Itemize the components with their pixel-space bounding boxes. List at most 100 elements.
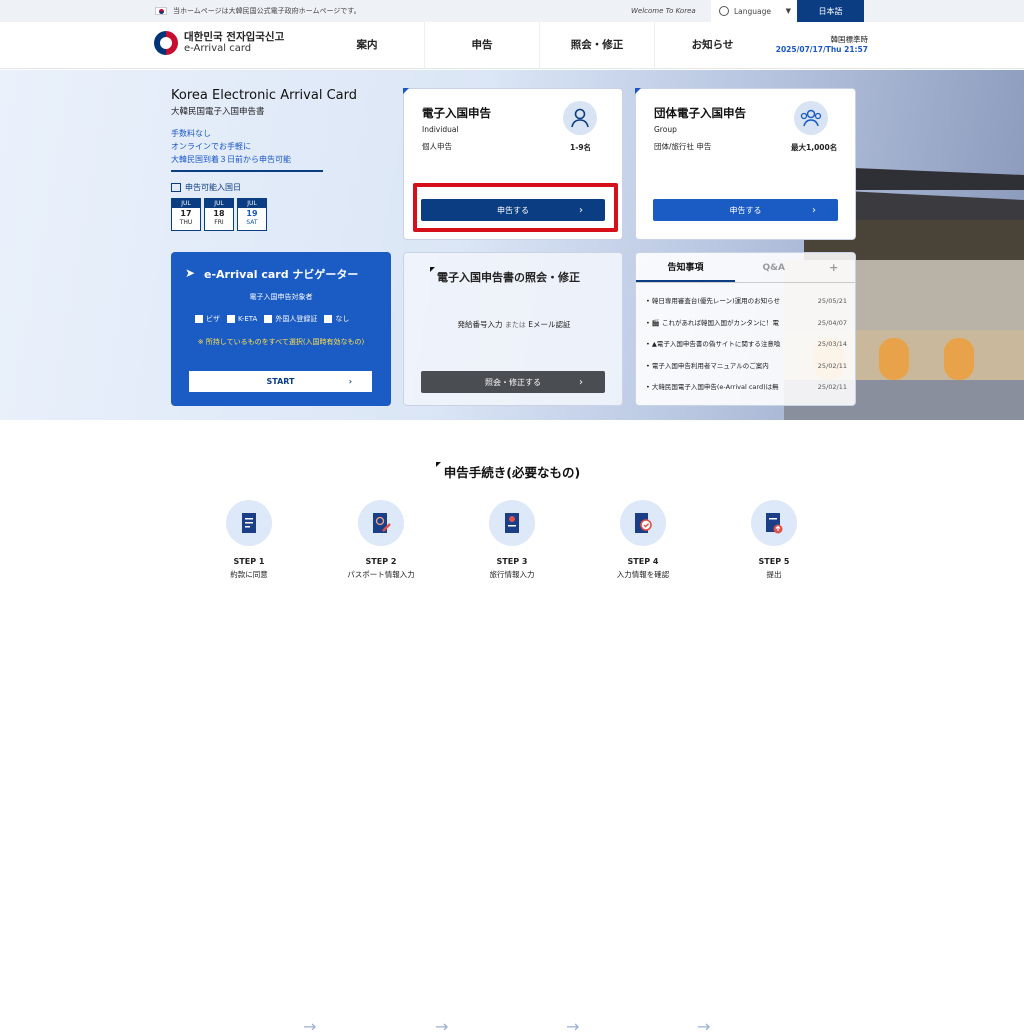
language-label: Language (734, 6, 772, 16)
news-date: 25/02/11 (817, 383, 847, 391)
step-desc: 提出 (766, 570, 782, 579)
list-item[interactable]: • 🎬 これがあれば韓国入国がカンタンに！電 25/04/07 (646, 313, 847, 335)
official-notice: 当ホームページは大韓民国公式電子政府ホームページです。 (173, 7, 361, 15)
nav-guide[interactable]: 案内 (310, 22, 425, 69)
inquiry-button[interactable]: 照会・修正する › (421, 371, 605, 393)
date-day: 17 (180, 209, 192, 218)
individual-en: Individual (422, 125, 459, 134)
inquiry-method-b: Eメール認証 (528, 320, 571, 329)
news-title: • 大韓民国電子入国申告(e-Arrival card)は無 (646, 383, 779, 391)
inquiry-title: 電子入国申告書の照会・修正 (437, 271, 580, 284)
navigator-panel: ➤ e-Arrival card ナビゲーター 電子入国申告対象者 ビザ K-E… (171, 252, 391, 406)
list-item[interactable]: • 電子入国申告利用者マニュアルのご案内 25/02/11 (646, 356, 847, 378)
checkbox[interactable] (324, 315, 333, 323)
site-logo[interactable]: 대한민국 전자입국신고 e-Arrival card (154, 31, 284, 55)
list-item[interactable]: • ▲電子入国申告書の偽サイトに関する注意喚 25/03/14 (646, 334, 847, 356)
corner-mark (403, 88, 409, 94)
calendar-icon (171, 183, 181, 192)
passport-icon (358, 500, 404, 546)
document-icon (226, 500, 272, 546)
corner-mark (435, 462, 441, 467)
nav-apply[interactable]: 申告 (425, 22, 540, 69)
group-apply-label: 申告する (729, 205, 762, 215)
globe-icon (719, 6, 729, 16)
group-ja: 団体/旅行社 申告 (654, 142, 712, 151)
news-date: 25/02/11 (817, 361, 847, 370)
feature-list: 手数料なし オンラインでお手軽に 大韓民国到着３日前から申告可能 (171, 127, 371, 166)
welcome-text: Welcome To Korea (631, 7, 696, 15)
step-desc: 旅行情報入力 (489, 570, 535, 579)
feature-item: オンラインでお手軽に (171, 142, 251, 151)
language-current-button[interactable]: 日本語 (797, 0, 864, 22)
step-desc: 入力情報を確認 (616, 570, 670, 579)
procedure-title-text: 申告手続き(必要なもの) (443, 465, 581, 480)
caret-down-icon: ▼ (785, 7, 791, 15)
arrow-right-icon: → (566, 1017, 580, 1036)
option-visa[interactable]: ビザ (195, 314, 220, 324)
chevron-right-icon: › (812, 204, 816, 216)
submit-icon (751, 500, 797, 546)
date-chip: JUL 17 THU (171, 198, 201, 231)
dates-label-text: 申告可能入国日 (185, 183, 241, 192)
group-apply-button[interactable]: 申告する › (653, 199, 838, 221)
arrow-right-icon: → (435, 1017, 449, 1036)
checkbox[interactable] (227, 315, 235, 323)
individual-title: 電子入国申告 (422, 106, 491, 120)
top-notice-bar: 当ホームページは大韓民国公式電子政府ホームページです。 Welcome To K… (0, 0, 1024, 22)
main-nav: 案内 申告 照会・修正 お知らせ (310, 22, 770, 69)
option-none[interactable]: なし (324, 314, 349, 324)
date-list: JUL 17 THU JUL 18 FRI JUL 19 SAT (171, 198, 371, 231)
more-button[interactable]: + (812, 253, 855, 282)
group-count: 最大1,000名 (791, 143, 838, 152)
inquiry-button-label: 照会・修正する (485, 377, 541, 387)
individual-count: 1-9名 (570, 143, 592, 152)
date-chip: JUL 19 SAT (237, 198, 267, 231)
checkbox[interactable] (195, 315, 203, 323)
news-date: 25/03/14 (817, 340, 847, 348)
tab-qa[interactable]: Q&A (735, 253, 812, 282)
checkbox[interactable] (264, 315, 273, 323)
chevron-right-icon: › (348, 377, 352, 386)
step-3: STEP 3 旅行情報入力 (457, 500, 567, 580)
date-weekday: FRI (214, 219, 224, 226)
step-number: STEP 4 (627, 557, 659, 566)
nav-inquiry[interactable]: 照会・修正 (540, 22, 655, 69)
group-people-icon (794, 101, 828, 135)
inquiry-method-a: 発給番号入力 (457, 320, 503, 329)
nav-notice[interactable]: お知らせ (655, 22, 770, 69)
group-en: Group (654, 125, 677, 134)
inquiry-method: 発給番号入力 または Eメール認証 (404, 319, 624, 330)
procedure-steps: STEP 1 約款に同意 → STEP 2 パスポート情報入力 → STEP 3… (0, 500, 1024, 1036)
date-day: 19 (246, 209, 258, 218)
list-item[interactable]: • 韓日専用審査台(優先レーン)運用のお知らせ 25/05/21 (646, 291, 847, 313)
date-weekday: SAT (246, 219, 258, 226)
news-panel: 告知事項 Q&A + • 韓日専用審査台(優先レーン)運用のお知らせ 25/05/… (635, 252, 856, 406)
start-button[interactable]: START › (189, 371, 372, 392)
start-label: START (266, 377, 295, 386)
option-label: なし (335, 315, 350, 323)
step-2: STEP 2 パスポート情報入力 (326, 500, 436, 580)
list-item[interactable]: • 大韓民国電子入国申告(e-Arrival card)は無 25/02/11 (646, 377, 847, 399)
clock-label: 韓国標準時 (830, 35, 869, 44)
divider (171, 170, 323, 172)
group-title: 団体電子入国申告 (654, 106, 746, 120)
date-chip: JUL 18 FRI (204, 198, 234, 231)
feature-item: 手数料なし (171, 129, 211, 138)
arrow-right-icon: → (303, 1017, 317, 1036)
check-document-icon (620, 500, 666, 546)
step-number: STEP 3 (496, 557, 528, 566)
news-date: 25/05/21 (817, 297, 847, 305)
step-4: STEP 4 入力情報を確認 (588, 500, 698, 580)
option-keta[interactable]: K-ETA (227, 315, 257, 323)
inquiry-method-or: または (504, 321, 526, 329)
tab-notices[interactable]: 告知事項 (636, 253, 736, 282)
logo-english: e-Arrival card (184, 43, 252, 54)
navigator-target: 電子入国申告対象者 (249, 293, 313, 301)
procedure-heading: 申告手続き(必要なもの) (0, 462, 1024, 481)
step-number: STEP 5 (758, 557, 790, 566)
language-selector[interactable]: Language ▼ (711, 0, 797, 22)
navigator-options: ビザ K-ETA 外国人登録証 なし (195, 314, 349, 324)
option-alien-card[interactable]: 外国人登録証 (264, 314, 317, 324)
chevron-right-icon: › (579, 376, 583, 388)
option-label: 外国人登録証 (275, 315, 318, 323)
